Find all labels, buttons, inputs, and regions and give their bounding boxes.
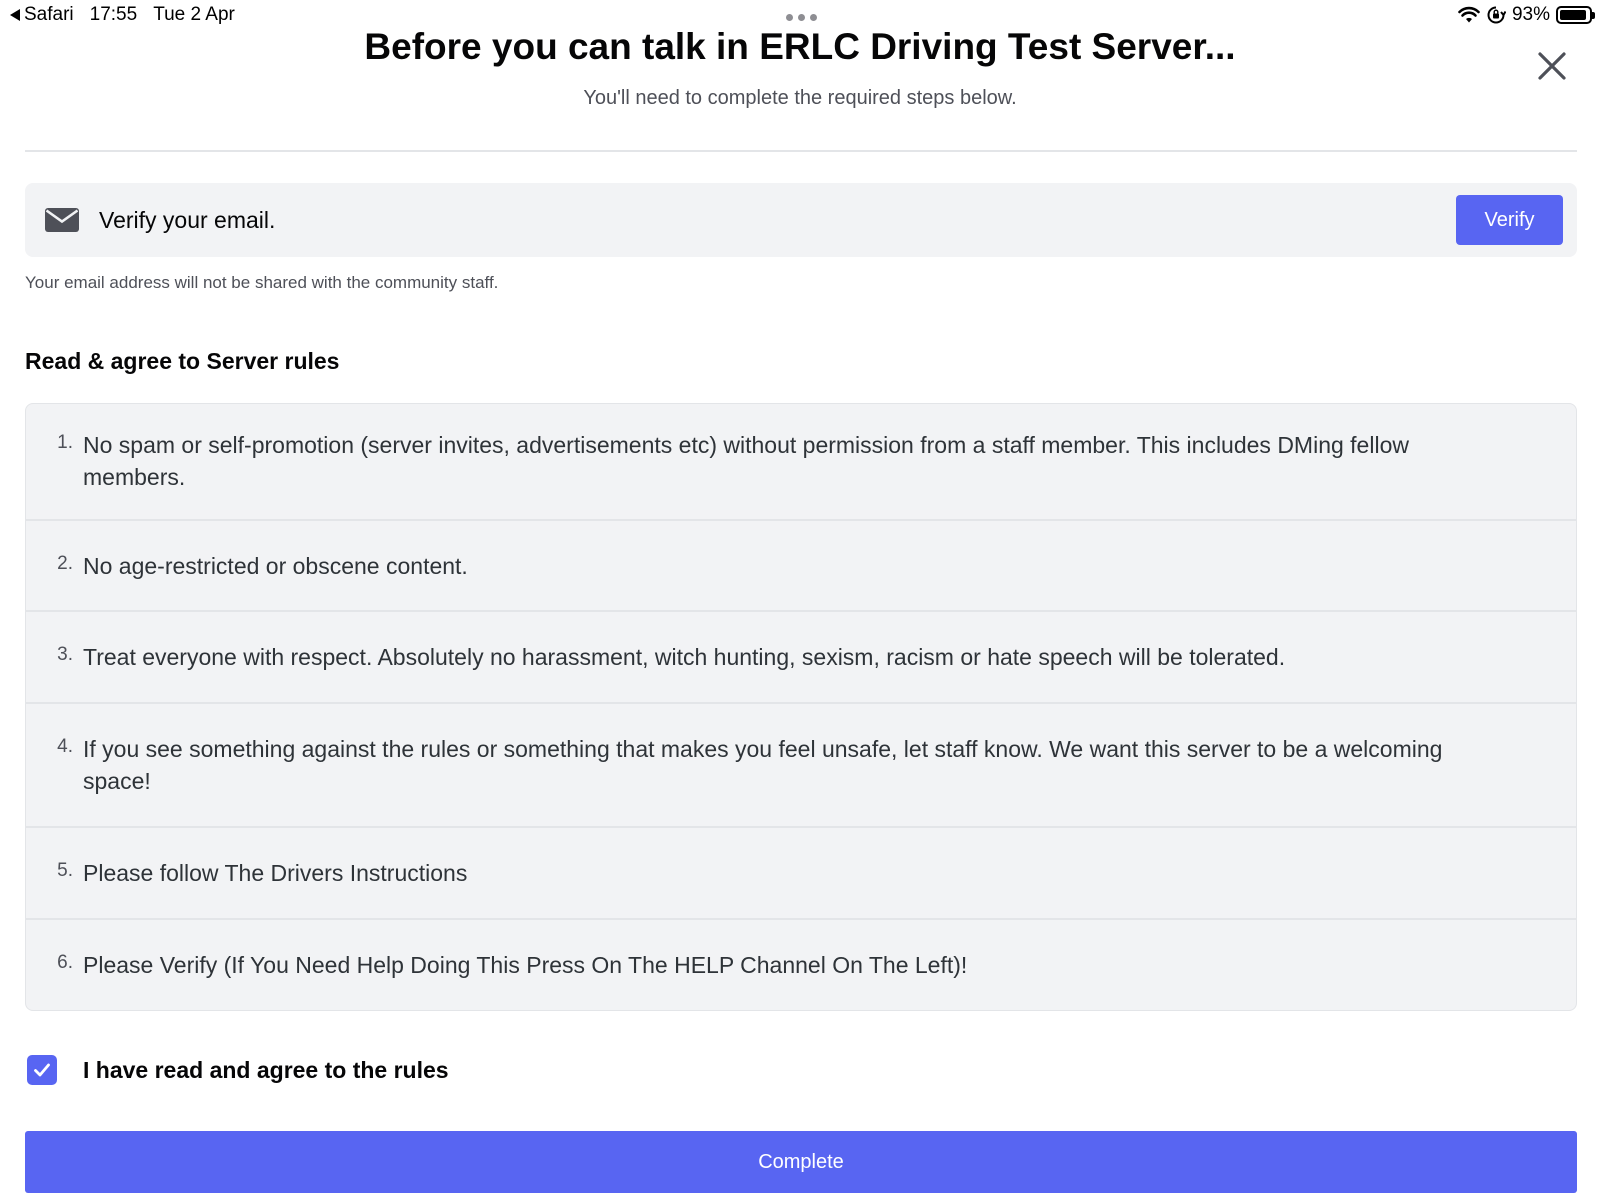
rule-number: 3. bbox=[57, 644, 73, 665]
checkmark-icon bbox=[34, 1063, 50, 1077]
rule-text: No age-restricted or obscene content. bbox=[83, 553, 468, 579]
verify-email-card: Verify your email. Verify bbox=[25, 183, 1577, 257]
back-to-app-link[interactable]: Safari bbox=[10, 4, 74, 26]
rules-list: 1. No spam or self-promotion (server inv… bbox=[25, 403, 1577, 1011]
status-date: Tue 2 Apr bbox=[153, 4, 235, 25]
checkbox[interactable] bbox=[27, 1055, 57, 1085]
rule-text: Please follow The Drivers Instructions bbox=[83, 860, 468, 886]
dialog-title: Before you can talk in ERLC Driving Test… bbox=[364, 26, 1236, 67]
verify-email-text: Verify your email. bbox=[99, 206, 276, 233]
rule-item: 3. Treat everyone with respect. Absolute… bbox=[26, 612, 1576, 704]
rule-text: No spam or self-promotion (server invite… bbox=[83, 432, 1409, 490]
rule-number: 5. bbox=[57, 860, 73, 881]
verify-button[interactable]: Verify bbox=[1456, 195, 1563, 245]
battery-fill bbox=[1560, 10, 1587, 20]
rule-item: 6. Please Verify (If You Need Help Doing… bbox=[26, 920, 1576, 1010]
rule-number: 6. bbox=[57, 952, 73, 973]
complete-button[interactable]: Complete bbox=[25, 1131, 1577, 1193]
rule-number: 4. bbox=[57, 736, 73, 757]
header-divider bbox=[25, 150, 1577, 152]
status-bar-left: Safari 17:55 Tue 2 Apr bbox=[10, 4, 235, 26]
dialog-subtitle: You'll need to complete the required ste… bbox=[583, 87, 1017, 109]
close-icon[interactable] bbox=[1536, 50, 1568, 82]
agree-rules-label: I have read and agree to the rules bbox=[83, 1056, 449, 1083]
rule-item: 4. If you see something against the rule… bbox=[26, 704, 1576, 828]
status-time: 17:55 bbox=[89, 4, 138, 25]
email-privacy-note: Your email address will not be shared wi… bbox=[25, 273, 499, 292]
rule-text: Please Verify (If You Need Help Doing Th… bbox=[83, 952, 968, 978]
rule-text: If you see something against the rules o… bbox=[83, 736, 1443, 794]
rule-item: 2. No age-restricted or obscene content. bbox=[26, 521, 1576, 612]
back-app-label: Safari bbox=[24, 4, 74, 25]
rule-item: 1. No spam or self-promotion (server inv… bbox=[26, 404, 1576, 521]
rules-heading: Read & agree to Server rules bbox=[25, 348, 340, 374]
rule-item: 5. Please follow The Drivers Instruction… bbox=[26, 828, 1576, 920]
orientation-lock-icon bbox=[1487, 6, 1506, 24]
multitasking-dots-icon[interactable] bbox=[786, 14, 817, 21]
battery-percentage: 93% bbox=[1511, 4, 1550, 25]
back-triangle-icon bbox=[10, 9, 20, 21]
rule-number: 2. bbox=[57, 553, 73, 574]
rule-text: Treat everyone with respect. Absolutely … bbox=[83, 644, 1286, 670]
rule-number: 1. bbox=[57, 432, 73, 453]
agree-rules-checkbox[interactable]: I have read and agree to the rules bbox=[27, 1055, 449, 1085]
status-bar-right: 93% bbox=[1458, 4, 1595, 26]
envelope-icon bbox=[45, 208, 79, 232]
wifi-icon bbox=[1458, 6, 1480, 23]
battery-icon bbox=[1556, 6, 1595, 24]
